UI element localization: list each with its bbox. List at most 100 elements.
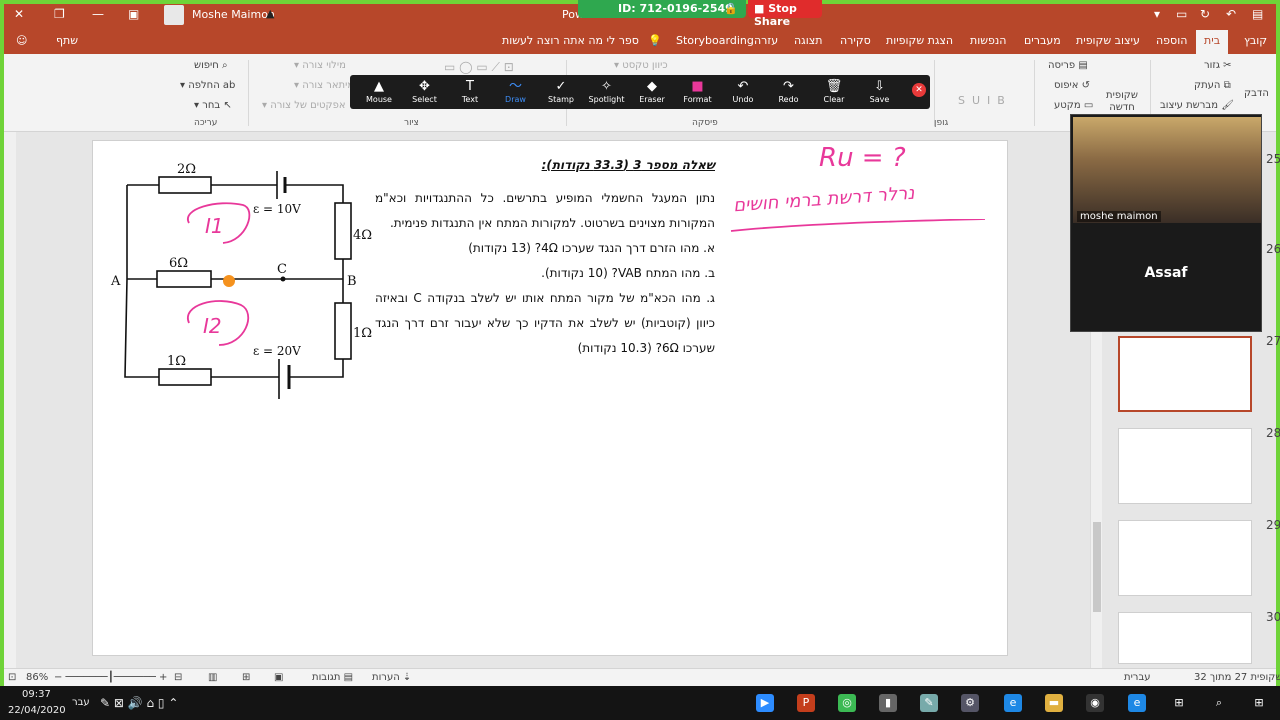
label-node-c: C <box>277 262 287 277</box>
sorter-view-icon[interactable]: ⊞ <box>242 672 250 683</box>
anno-text-button[interactable]: T Text <box>447 79 493 104</box>
status-bar: ⊡ 86% − ───────┃─────── + ⊟ ▥ ⊞ ▣ תגובות… <box>4 668 1280 686</box>
anno-select-button[interactable]: ✥ Select <box>402 79 448 104</box>
powerpoint-icon[interactable]: P <box>797 694 815 712</box>
format-painter-button[interactable]: מברשת עיצוב 🖌 <box>1160 100 1234 111</box>
scroll-thumb[interactable] <box>1093 522 1101 612</box>
tab-review[interactable]: סקירה <box>840 34 871 47</box>
search-icon[interactable]: ⌕ <box>1210 694 1228 712</box>
slide-thumbnail-29[interactable] <box>1118 520 1252 596</box>
paste-button[interactable]: הדבק <box>1244 88 1269 99</box>
tray-icons[interactable]: ✎ ⊠ 🔊 ⌂ ▯ ⌃ <box>100 696 178 710</box>
left-scrollbar[interactable] <box>4 132 16 668</box>
anno-draw-button[interactable]: 〜 Draw <box>493 79 539 104</box>
tab-animations[interactable]: הנפשות <box>970 34 1006 47</box>
find-button[interactable]: חיפוש ⌕ <box>194 60 228 71</box>
warning-icon[interactable]: ▲ <box>266 7 274 20</box>
shapes-gallery[interactable]: ▭ ◯ ▭ ⟋ ⊡ <box>444 60 514 75</box>
zoom-level[interactable]: 86% <box>26 672 48 683</box>
chrome-icon[interactable]: ◎ <box>838 694 856 712</box>
edge-icon[interactable]: e <box>1004 694 1022 712</box>
anno-format-button[interactable]: ■ Format <box>675 79 721 104</box>
anno-stamp-button[interactable]: ✓ Stamp <box>538 79 584 104</box>
shape-effects-button[interactable]: ▾ אפקטים של צורה <box>262 100 346 111</box>
ribbon-display-icon[interactable]: ▣ <box>128 7 139 21</box>
cut-button[interactable]: גזור ✂ <box>1204 60 1232 71</box>
normal-view-icon[interactable]: ▣ <box>274 672 283 683</box>
reading-view-icon[interactable]: ▥ <box>208 672 217 683</box>
text-direction-button[interactable]: ▾ כיוון טקסט <box>614 60 668 71</box>
tab-design[interactable]: עיצוב שקופית <box>1076 34 1140 47</box>
windows-start-icon[interactable]: ⊞ <box>1250 694 1268 712</box>
tab-transitions[interactable]: מעברים <box>1024 34 1061 47</box>
anno-spotlight-button[interactable]: ✧ Spotlight <box>584 79 630 104</box>
app-icon[interactable]: ✎ <box>920 694 938 712</box>
fit-slide-icon[interactable]: ⊡ <box>8 672 16 683</box>
meeting-id-badge[interactable]: ID: 712-0196-2549 🔒 <box>578 0 746 18</box>
anno-mouse-button[interactable]: ▲ Mouse <box>356 79 402 104</box>
reset-button[interactable]: איפוס ↺ <box>1054 80 1090 91</box>
slide-canvas[interactable]: 2Ω ε = 10V 4Ω 6Ω A C B 1Ω 1Ω ε = 20V I1 … <box>92 140 1008 656</box>
minimize-window-icon[interactable]: — <box>92 7 104 21</box>
select-button[interactable]: ▾ בחר ↖ <box>194 100 232 111</box>
undo-icon: ↶ <box>737 79 749 94</box>
clock-time[interactable]: 09:37 <box>22 689 51 700</box>
avatar[interactable] <box>164 5 184 25</box>
label-emf-bot: ε = 20V <box>253 344 301 358</box>
anno-undo-button[interactable]: ↶ Undo <box>720 79 766 104</box>
customize-qat-icon[interactable]: ▾ <box>1154 7 1160 21</box>
shape-fill-button[interactable]: ▾ מילוי צורה <box>294 60 346 71</box>
replace-button[interactable]: ▾ החלפה ab <box>180 80 235 91</box>
section-button[interactable]: מקטע ▭ <box>1054 100 1093 111</box>
zoom-app-icon[interactable]: ▶ <box>756 694 774 712</box>
participant-assaf: Assaf <box>1144 265 1188 281</box>
slideshow-view-icon[interactable]: ⊟ <box>174 672 182 683</box>
task-view-icon[interactable]: ⊞ <box>1170 694 1188 712</box>
notes-button[interactable]: הערות ⇣ <box>372 672 411 683</box>
clock-date[interactable]: 22/04/2020 <box>8 705 66 716</box>
video-panel[interactable]: moshe maimon Assaf <box>1070 114 1262 332</box>
restore-window-icon[interactable]: ❐ <box>54 7 65 21</box>
anno-clear-button[interactable]: 🗑 Clear <box>811 79 857 104</box>
circuit-diagram: 2Ω ε = 10V 4Ω 6Ω A C B 1Ω 1Ω ε = 20V I1 … <box>110 162 372 399</box>
repeat-icon[interactable]: ↻ <box>1200 7 1210 21</box>
tell-me-box[interactable]: ספר לי מה אתה רוצה לעשות <box>502 34 639 47</box>
slide-thumbnail-27[interactable] <box>1118 336 1252 412</box>
slide-thumbnail-28[interactable] <box>1118 428 1252 504</box>
tab-file[interactable]: קובץ <box>1244 34 1267 47</box>
camera-icon[interactable]: ◉ <box>1086 694 1104 712</box>
tab-help[interactable]: עזרה <box>754 34 778 47</box>
layout-button[interactable]: פריסה ▤ <box>1048 60 1088 71</box>
usb-icon[interactable]: ▮ <box>879 694 897 712</box>
slide-thumbnail-30[interactable] <box>1118 612 1252 664</box>
start-slideshow-icon[interactable]: ▭ <box>1176 7 1187 21</box>
tab-slideshow[interactable]: הצגת שקופיות <box>886 34 953 47</box>
edge-icon[interactable]: e <box>1128 694 1146 712</box>
tab-insert[interactable]: הוספה <box>1156 34 1187 47</box>
file-explorer-icon[interactable]: ▬ <box>1045 694 1063 712</box>
share-label[interactable]: שתף <box>56 34 78 47</box>
shape-outline-button[interactable]: ▾ מיתאר צורה <box>294 80 354 91</box>
tab-view[interactable]: תצוגה <box>794 34 822 47</box>
save-icon[interactable]: ▤ <box>1252 7 1263 21</box>
undo-icon[interactable]: ↶ <box>1226 7 1236 21</box>
tab-home[interactable]: בית <box>1196 30 1229 54</box>
zoom-slider[interactable]: − ───────┃─────── + <box>54 672 167 683</box>
anno-eraser-button[interactable]: ◆ Eraser <box>629 79 675 104</box>
tab-storyboarding[interactable]: Storyboarding <box>676 34 754 47</box>
close-window-icon[interactable]: ✕ <box>14 7 24 21</box>
format-icon: ■ <box>691 79 704 94</box>
copy-button[interactable]: העתק ⧉ <box>1194 80 1231 91</box>
input-language[interactable]: עבר <box>72 697 90 708</box>
share-button[interactable]: ☺ <box>16 34 27 47</box>
anno-close-icon[interactable]: ✕ <box>912 83 926 97</box>
user-name[interactable]: Moshe Maimon <box>192 8 275 21</box>
comments-button[interactable]: תגובות ▤ <box>312 672 353 683</box>
font-format-buttons[interactable]: S U I B <box>958 94 1005 107</box>
stop-share-button[interactable]: ■ Stop Share <box>748 0 822 28</box>
new-slide-button[interactable]: שקופית חדשה <box>1102 90 1142 114</box>
settings-app-icon[interactable]: ⚙ <box>961 694 979 712</box>
drawing-group-label: ציור <box>404 118 419 128</box>
anno-redo-button[interactable]: ↷ Redo <box>766 79 812 104</box>
anno-save-button[interactable]: ⇩ Save <box>857 79 903 104</box>
